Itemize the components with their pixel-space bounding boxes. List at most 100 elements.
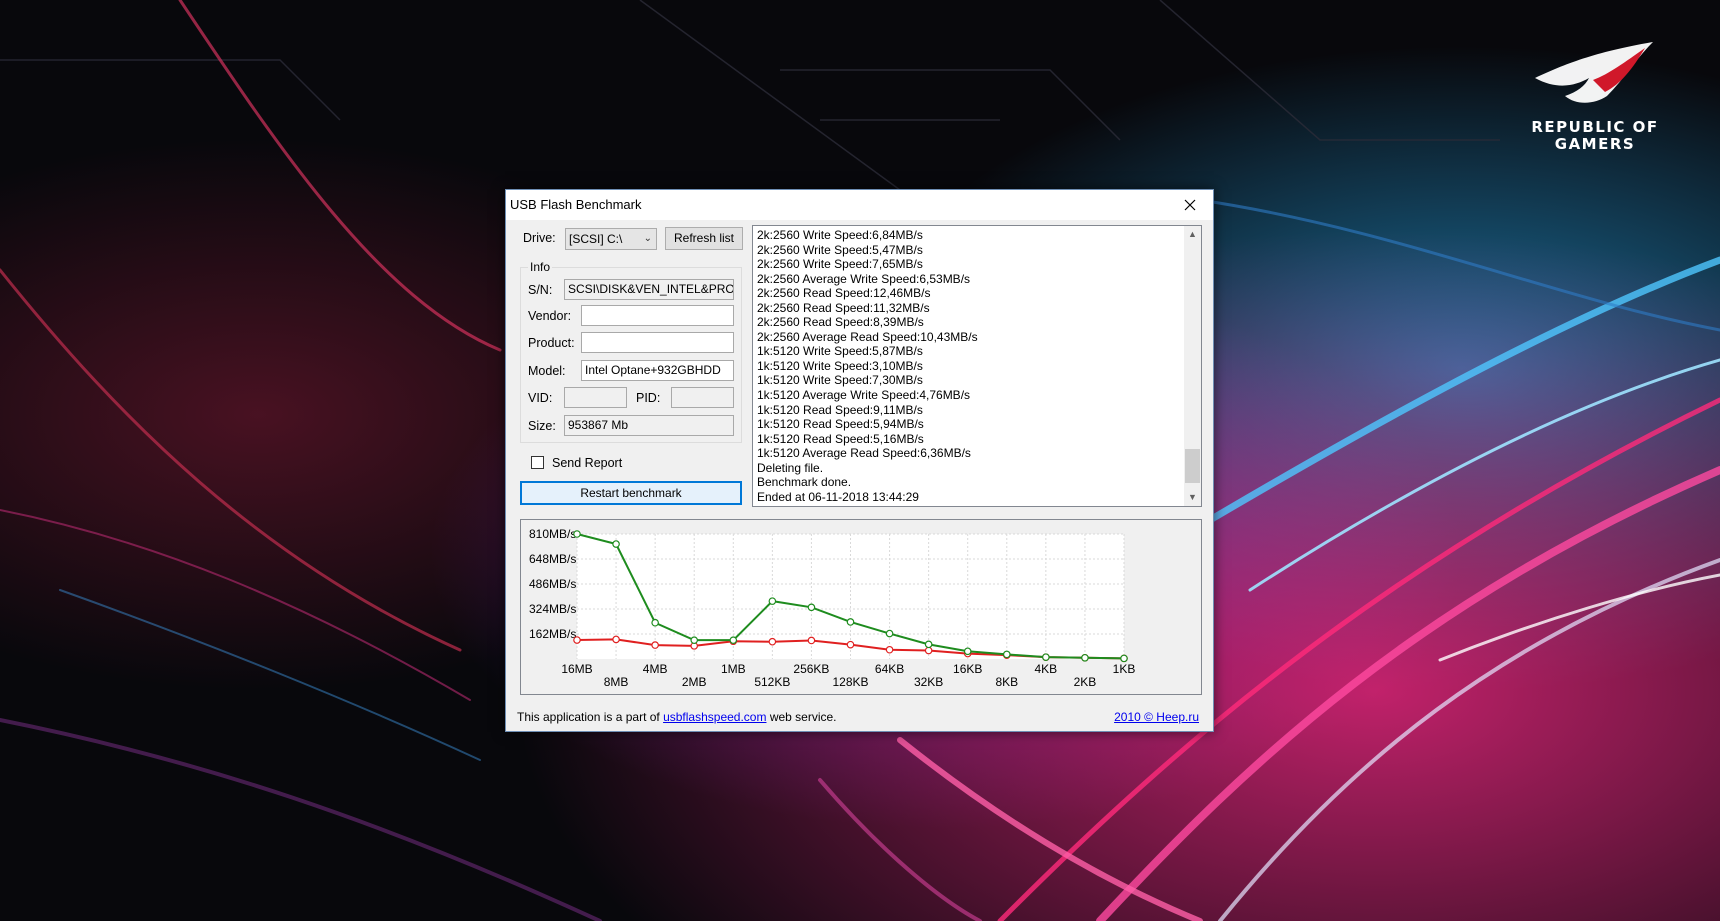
- product-label: Product:: [528, 336, 575, 350]
- x-tick-label: 1MB: [721, 662, 746, 676]
- log-line: Benchmark done.: [757, 475, 852, 490]
- x-tick-label: 8MB: [604, 675, 629, 689]
- log-line: 1k:5120 Average Write Speed:4,76MB/s: [757, 388, 971, 403]
- data-point: [573, 636, 581, 644]
- x-tick-label: 16KB: [953, 662, 982, 676]
- log-line: 1k:5120 Write Speed:3,10MB/s: [757, 358, 923, 373]
- log-line: 2k:2560 Read Speed:12,46MB/s: [757, 286, 931, 301]
- y-tick-label: 324MB/s: [529, 602, 576, 616]
- send-report-label: Send Report: [552, 456, 623, 470]
- data-point: [1081, 653, 1089, 662]
- footer-prefix: This application is a part of: [517, 710, 664, 724]
- data-point: [846, 618, 855, 626]
- log-scrollbar[interactable]: ▲ ▼: [1184, 226, 1201, 506]
- close-button[interactable]: [1167, 190, 1213, 220]
- speed-chart-svg: 810MB/s 648MB/s 486MB/s 324MB/s 162MB/s 16MB 8…: [529, 527, 1136, 689]
- pid-field[interactable]: [671, 387, 734, 408]
- data-point: [885, 629, 894, 638]
- sn-label: S/N:: [528, 283, 553, 297]
- rog-eye-icon: [1535, 42, 1653, 103]
- heep-link[interactable]: 2010 © Heep.ru: [1114, 710, 1199, 724]
- footer-suffix: web service.: [766, 710, 837, 724]
- size-label: Size:: [528, 419, 556, 433]
- footer-note: This application is a part of usbflashsp…: [517, 710, 837, 724]
- data-point: [690, 636, 699, 644]
- log-line: 2k:2560 Write Speed:7,65MB/s: [757, 257, 923, 272]
- data-point: [612, 635, 620, 644]
- log-line: 1k:5120 Read Speed:9,11MB/s: [757, 402, 923, 417]
- data-point: [612, 540, 620, 548]
- x-tick-label: 16MB: [561, 662, 592, 676]
- x-tick-label: 1KB: [1113, 662, 1136, 676]
- scroll-thumb[interactable]: [1185, 449, 1200, 483]
- model-label: Model:: [528, 364, 566, 378]
- vid-field[interactable]: [564, 387, 627, 408]
- y-tick-label: 486MB/s: [529, 577, 576, 591]
- log-line: 1k:5120 Average Read Speed:6,36MB/s: [757, 446, 971, 461]
- x-tick-label: 8KB: [995, 675, 1018, 689]
- drive-label: Drive:: [523, 231, 556, 245]
- log-line: 2k:2560 Average Write Speed:6,53MB/s: [757, 271, 971, 286]
- x-tick-label: 4MB: [643, 662, 668, 676]
- plot-area: [577, 534, 1124, 659]
- vendor-field[interactable]: [581, 305, 734, 326]
- size-field[interactable]: 953867 Mb: [564, 415, 734, 436]
- data-point: [651, 641, 659, 649]
- log-line: 1k:5120 Read Speed:5,94MB/s: [757, 417, 924, 432]
- data-point: [885, 645, 894, 654]
- data-point: [768, 637, 777, 646]
- brand-line-2: GAMERS: [1554, 135, 1636, 153]
- pid-label: PID:: [636, 391, 661, 405]
- window-title: USB Flash Benchmark: [510, 197, 642, 212]
- x-tick-label: 128KB: [832, 675, 868, 689]
- y-tick-label: 810MB/s: [529, 527, 576, 541]
- log-line: 2k:2560 Read Speed:11,32MB/s: [757, 300, 930, 315]
- data-point: [651, 618, 659, 627]
- scroll-down-icon[interactable]: ▼: [1184, 489, 1201, 506]
- speed-chart: 810MB/s 648MB/s 486MB/s 324MB/s 162MB/s 16MB 8…: [520, 519, 1202, 695]
- x-tick-label: 256KB: [793, 662, 829, 676]
- log-line: 1k:5120 Write Speed:5,87MB/s: [757, 344, 923, 359]
- data-point: [1120, 654, 1128, 663]
- product-field[interactable]: [581, 332, 734, 353]
- data-point: [573, 530, 581, 538]
- x-tick-label: 2KB: [1074, 675, 1097, 689]
- chevron-down-icon: ⌄: [643, 233, 652, 244]
- data-point: [768, 597, 777, 605]
- log-textbox[interactable]: 2k:2560 Write Speed:6,84MB/s 2k:2560 Writ…: [752, 225, 1202, 507]
- scroll-up-icon[interactable]: ▲: [1184, 226, 1201, 243]
- info-legend: Info: [528, 260, 553, 274]
- log-line: Ended at 06-11-2018 13:44:29: [757, 489, 919, 504]
- close-icon: [1184, 199, 1196, 211]
- vendor-label: Vendor:: [528, 309, 572, 323]
- log-line: 1k:5120 Read Speed:5,16MB/s: [757, 431, 924, 446]
- data-point: [846, 640, 855, 649]
- rog-logo: REPUBLIC OF GAMERS: [1510, 34, 1680, 153]
- x-tick-label: 32KB: [914, 675, 943, 689]
- data-point: [924, 646, 933, 655]
- x-tick-label: 4KB: [1035, 662, 1058, 676]
- x-tick-label: 2MB: [682, 675, 707, 689]
- log-line: Deleting file.: [757, 460, 824, 475]
- data-point: [1042, 653, 1050, 661]
- data-point: [729, 636, 738, 644]
- drive-dropdown[interactable]: [SCSI] C:\ ⌄: [565, 228, 657, 250]
- log-line: 1k:5120 Write Speed:7,30MB/s: [757, 373, 923, 388]
- usbflashspeed-link[interactable]: usbflashspeed.com: [663, 710, 766, 724]
- refresh-list-button[interactable]: Refresh list: [665, 227, 743, 250]
- data-point: [924, 640, 933, 649]
- sn-field[interactable]: SCSI\DISK&VEN_INTEL&PRO: [564, 279, 734, 300]
- data-point: [807, 603, 816, 612]
- log-lines: 2k:2560 Write Speed:6,84MB/s 2k:2560 Writ…: [757, 228, 1177, 504]
- log-line: 2k:2560 Write Speed:6,84MB/s: [757, 228, 923, 242]
- drive-value: [SCSI] C:\: [569, 232, 623, 246]
- y-tick-label: 162MB/s: [529, 627, 576, 641]
- vid-label: VID:: [528, 391, 553, 405]
- send-report-checkbox[interactable]: [531, 456, 544, 469]
- data-point: [963, 647, 972, 656]
- restart-benchmark-button[interactable]: Restart benchmark: [520, 481, 742, 505]
- model-field[interactable]: Intel Optane+932GBHDD: [581, 360, 734, 381]
- data-point: [1002, 650, 1011, 659]
- log-line: 2k:2560 Average Read Speed:10,43MB/s: [757, 329, 978, 344]
- title-bar[interactable]: USB Flash Benchmark: [506, 190, 1213, 220]
